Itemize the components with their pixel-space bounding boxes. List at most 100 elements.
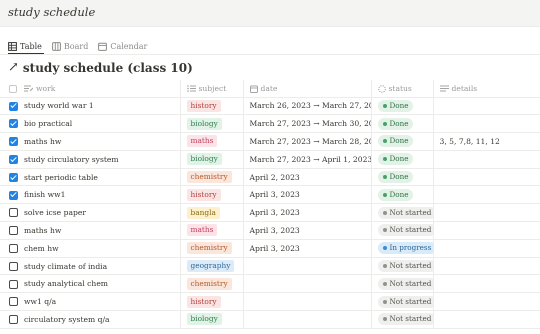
table-row[interactable]: finish ww1 history April 3, 2023 Done bbox=[0, 185, 540, 205]
work-cell[interactable]: bio practical bbox=[18, 114, 181, 134]
status-cell[interactable]: Done bbox=[371, 132, 434, 151]
date-cell[interactable]: March 26, 2023 → March 27, 2023 bbox=[243, 97, 372, 116]
date-cell[interactable]: April 3, 2023 bbox=[243, 239, 372, 258]
status-cell[interactable]: Not started bbox=[371, 310, 434, 329]
row-checkbox[interactable] bbox=[9, 208, 18, 218]
subject-cell[interactable]: chemistry bbox=[180, 239, 244, 258]
details-cell[interactable] bbox=[433, 239, 540, 258]
date-cell[interactable] bbox=[243, 257, 372, 276]
table-row[interactable]: maths hw maths April 3, 2023 Not started bbox=[0, 221, 540, 240]
row-checkbox-cell[interactable] bbox=[0, 97, 18, 116]
table-row[interactable]: solve icse paper bangla April 3, 2023 Not s… bbox=[0, 203, 540, 223]
details-cell[interactable] bbox=[433, 97, 540, 116]
subject-cell[interactable]: maths bbox=[180, 221, 244, 240]
row-checkbox[interactable] bbox=[9, 190, 18, 200]
details-cell[interactable] bbox=[433, 292, 540, 312]
row-checkbox-cell[interactable] bbox=[0, 203, 18, 223]
work-cell[interactable]: study climate of india bbox=[18, 257, 181, 276]
table-row[interactable]: chem hw chemistry April 3, 2023 In progress bbox=[0, 239, 540, 258]
row-checkbox-cell[interactable] bbox=[0, 150, 18, 169]
status-cell[interactable]: Not started bbox=[371, 292, 434, 312]
row-checkbox-cell[interactable] bbox=[0, 221, 18, 240]
column-header-details[interactable]: details bbox=[433, 80, 540, 98]
details-cell[interactable] bbox=[433, 257, 540, 276]
row-checkbox-cell[interactable] bbox=[0, 292, 18, 312]
select-all-checkbox[interactable] bbox=[9, 84, 17, 93]
row-checkbox-cell[interactable] bbox=[0, 185, 18, 205]
row-checkbox[interactable] bbox=[9, 101, 18, 111]
status-cell[interactable]: Not started bbox=[371, 274, 434, 294]
work-cell[interactable]: ww1 q/a bbox=[18, 292, 181, 312]
subject-cell[interactable]: chemistry bbox=[180, 168, 244, 187]
date-cell[interactable]: March 27, 2023 → April 1, 2023 bbox=[243, 150, 372, 169]
details-cell[interactable] bbox=[433, 203, 540, 223]
details-cell[interactable]: 3, 5, 7,8, 11, 12 bbox=[433, 132, 540, 151]
table-row[interactable]: study world war 1 history March 26, 2023 →… bbox=[0, 97, 540, 116]
status-cell[interactable]: Done bbox=[371, 114, 434, 134]
date-cell[interactable]: March 27, 2023 → March 30, 2023 bbox=[243, 114, 372, 134]
tab-board[interactable]: Board bbox=[52, 42, 88, 51]
work-cell[interactable]: maths hw bbox=[18, 221, 181, 240]
date-cell[interactable]: April 3, 2023 bbox=[243, 185, 372, 205]
row-checkbox[interactable] bbox=[9, 137, 18, 147]
date-cell[interactable]: March 27, 2023 → March 28, 2023 bbox=[243, 132, 372, 151]
table-row[interactable]: study analytical chem chemistry Not starte… bbox=[0, 274, 540, 294]
subject-cell[interactable]: geography bbox=[180, 257, 244, 276]
tab-calendar[interactable]: Calendar bbox=[98, 42, 147, 51]
details-cell[interactable] bbox=[433, 310, 540, 329]
details-cell[interactable] bbox=[433, 274, 540, 294]
table-row[interactable]: start periodic table chemistry April 2, 20… bbox=[0, 168, 540, 187]
subject-cell[interactable]: biology bbox=[180, 310, 244, 329]
subject-cell[interactable]: maths bbox=[180, 132, 244, 151]
page-title[interactable]: study schedule bbox=[8, 5, 95, 19]
work-cell[interactable]: solve icse paper bbox=[18, 203, 181, 223]
table-row[interactable]: circulatory system q/a biology Not started bbox=[0, 310, 540, 329]
row-checkbox[interactable] bbox=[9, 279, 18, 289]
database-title[interactable]: ↗ study schedule (class 10) bbox=[8, 60, 193, 75]
status-cell[interactable]: Not started bbox=[371, 203, 434, 223]
status-cell[interactable]: Not started bbox=[371, 257, 434, 276]
date-cell[interactable]: April 2, 2023 bbox=[243, 168, 372, 187]
date-cell[interactable] bbox=[243, 292, 372, 312]
work-cell[interactable]: chem hw bbox=[18, 239, 181, 258]
column-header-status[interactable]: status bbox=[371, 80, 434, 98]
column-header-work[interactable]: work bbox=[18, 80, 181, 98]
status-cell[interactable]: Done bbox=[371, 97, 434, 116]
row-checkbox-cell[interactable] bbox=[0, 168, 18, 187]
row-checkbox-cell[interactable] bbox=[0, 114, 18, 134]
row-checkbox[interactable] bbox=[9, 226, 18, 236]
table-row[interactable]: bio practical biology March 27, 2023 → Mar… bbox=[0, 114, 540, 134]
date-cell[interactable] bbox=[243, 274, 372, 294]
row-checkbox-cell[interactable] bbox=[0, 132, 18, 151]
subject-cell[interactable]: history bbox=[180, 185, 244, 205]
subject-cell[interactable]: bangla bbox=[180, 203, 244, 223]
details-cell[interactable] bbox=[433, 221, 540, 240]
date-cell[interactable]: April 3, 2023 bbox=[243, 221, 372, 240]
row-checkbox[interactable] bbox=[9, 261, 18, 271]
status-cell[interactable]: In progress bbox=[371, 239, 434, 258]
column-header-date[interactable]: date bbox=[243, 80, 372, 98]
subject-cell[interactable]: history bbox=[180, 292, 244, 312]
details-cell[interactable] bbox=[433, 185, 540, 205]
table-row[interactable]: study circulatory system biology March 27,… bbox=[0, 150, 540, 169]
status-cell[interactable]: Done bbox=[371, 185, 434, 205]
work-cell[interactable]: study analytical chem bbox=[18, 274, 181, 294]
table-row[interactable]: ww1 q/a history Not started bbox=[0, 292, 540, 312]
status-cell[interactable]: Not started bbox=[371, 221, 434, 240]
date-cell[interactable]: April 3, 2023 bbox=[243, 203, 372, 223]
row-checkbox[interactable] bbox=[9, 315, 18, 325]
status-cell[interactable]: Done bbox=[371, 168, 434, 187]
work-cell[interactable]: maths hw bbox=[18, 132, 181, 151]
subject-cell[interactable]: history bbox=[180, 97, 244, 116]
subject-cell[interactable]: chemistry bbox=[180, 274, 244, 294]
row-checkbox-cell[interactable] bbox=[0, 257, 18, 276]
row-checkbox[interactable] bbox=[9, 297, 18, 307]
work-cell[interactable]: study world war 1 bbox=[18, 97, 181, 116]
subject-cell[interactable]: biology bbox=[180, 114, 244, 134]
work-cell[interactable]: circulatory system q/a bbox=[18, 310, 181, 329]
work-cell[interactable]: finish ww1 bbox=[18, 185, 181, 205]
details-cell[interactable] bbox=[433, 168, 540, 187]
select-all-cell[interactable] bbox=[0, 80, 18, 98]
details-cell[interactable] bbox=[433, 150, 540, 169]
tab-table[interactable]: Table bbox=[8, 42, 42, 51]
